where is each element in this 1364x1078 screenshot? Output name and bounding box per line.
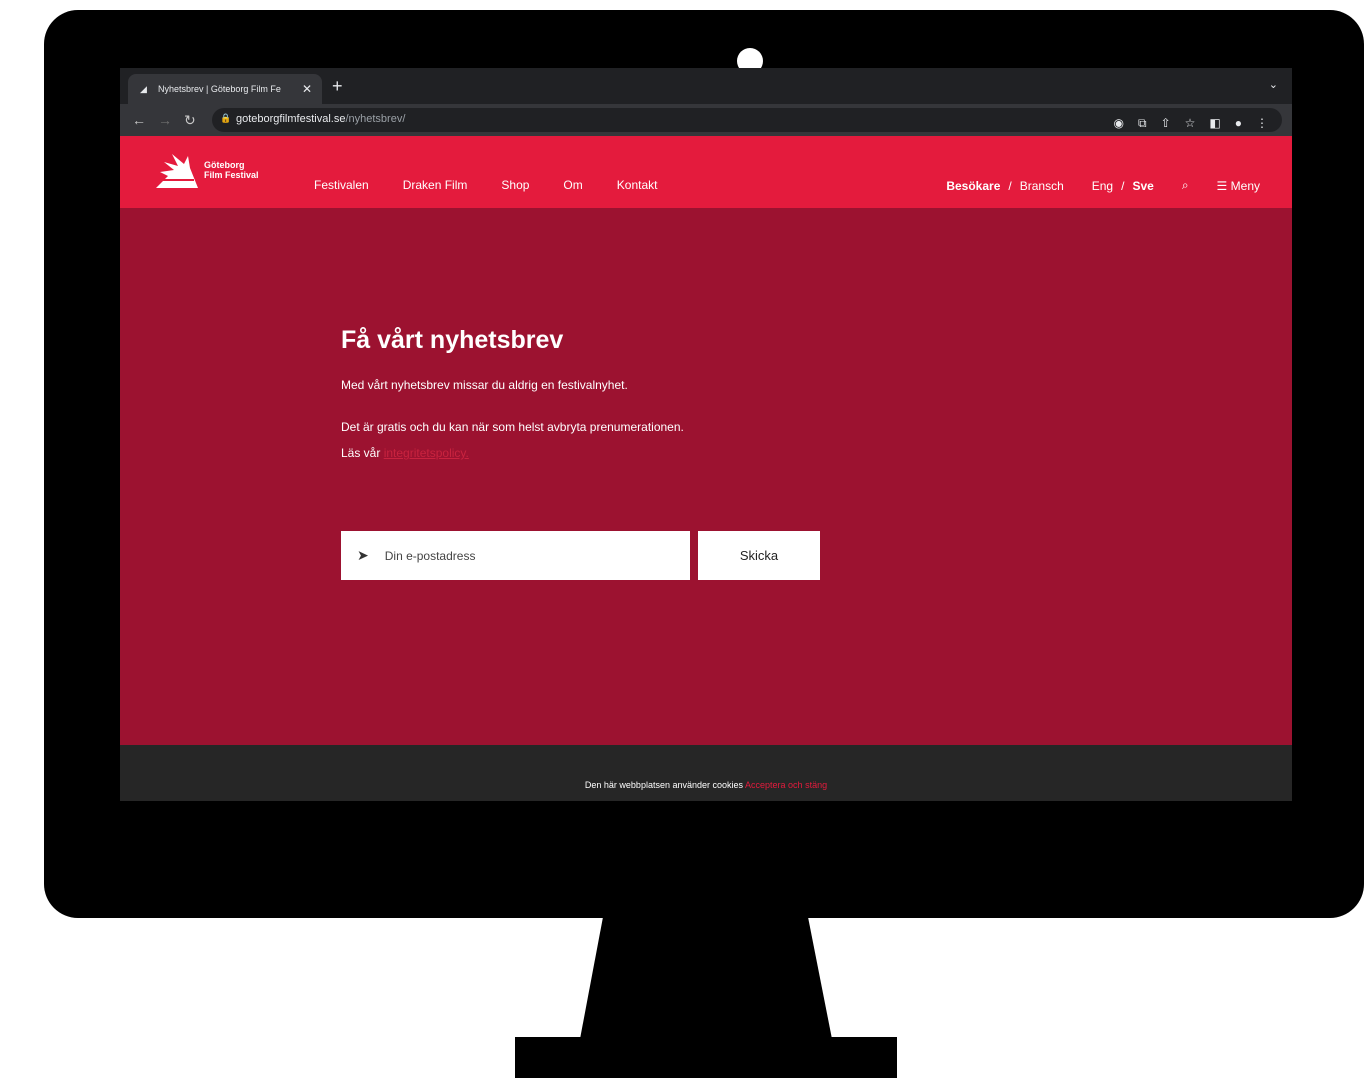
email-input[interactable] (382, 547, 667, 564)
utility-nav: Besökare / Bransch Eng / Sve ⌕ ☰ Meny (946, 178, 1260, 193)
audience-industry-link[interactable]: Bransch (1020, 179, 1064, 193)
monitor-stand-base (515, 1037, 897, 1078)
nav-shop[interactable]: Shop (501, 178, 529, 192)
free-text: Det är gratis och du kan när som helst a… (341, 420, 684, 434)
google-icon[interactable]: ◉ (1114, 116, 1124, 130)
privacy-policy-link[interactable]: integritetspolicy. (384, 446, 469, 460)
favicon-icon: ◢ (140, 84, 147, 94)
nav-festivalen[interactable]: Festivalen (314, 178, 369, 192)
reload-icon[interactable]: ↻ (184, 112, 196, 128)
policy-text: Läs vår integritetspolicy. (341, 446, 469, 460)
tab-newsletter[interactable]: ◢ Nyhetsbrev | Göteborg Film Fe ✕ (128, 74, 322, 104)
cookie-text: Den här webbplatsen använder cookies (584, 780, 744, 790)
logo-bird-icon (156, 154, 198, 188)
close-icon[interactable]: ✕ (300, 82, 314, 96)
side-panel-icon[interactable]: ◧ (1209, 116, 1220, 130)
lang-eng-link[interactable]: Eng (1092, 179, 1113, 193)
policy-prefix: Läs vår (341, 446, 381, 460)
email-field[interactable]: ➤ (341, 531, 690, 580)
audience-separator: / (1008, 178, 1012, 193)
site-header: Göteborg Film Festival Festivalen Draken… (120, 136, 1292, 208)
site-logo[interactable]: Göteborg Film Festival (154, 150, 259, 190)
cookie-accept-link[interactable]: Acceptera och stäng (745, 780, 827, 790)
back-arrow-icon[interactable]: ← (132, 112, 146, 128)
menu-button[interactable]: ☰ Meny (1217, 179, 1260, 193)
hamburger-icon: ☰ (1216, 178, 1228, 193)
browser-toolbar: ← → ↻ 🔒 goteborgfilmfestival.se/nyhetsbr… (120, 104, 1292, 136)
lang-separator: / (1121, 178, 1125, 193)
more-menu-icon[interactable]: ⋮ (1256, 116, 1268, 130)
bookmark-star-icon[interactable]: ☆ (1185, 116, 1196, 130)
submit-button[interactable]: Skicka (698, 531, 820, 580)
menu-label: Meny (1230, 178, 1260, 193)
paper-plane-icon: ➤ (357, 547, 369, 563)
address-bar[interactable]: 🔒 goteborgfilmfestival.se/nyhetsbrev/ ◉ … (212, 108, 1282, 132)
cookie-banner: Den här webbplatsen använder cookies Acc… (120, 745, 1292, 801)
chevron-down-icon[interactable]: ⌄ (1269, 78, 1278, 91)
monitor-stand-neck (580, 917, 832, 1039)
profile-icon[interactable]: ● (1235, 116, 1242, 130)
share-icon[interactable]: ⇧ (1161, 116, 1171, 130)
main-nav: Festivalen Draken Film Shop Om Kontakt (314, 178, 691, 192)
tab-bar: ◢ Nyhetsbrev | Göteborg Film Fe ✕ + ⌄ (120, 68, 1292, 104)
nav-draken-film[interactable]: Draken Film (403, 178, 468, 192)
nav-kontakt[interactable]: Kontakt (617, 178, 658, 192)
logo-text: Göteborg Film Festival (204, 160, 259, 180)
lock-icon: 🔒 (220, 113, 232, 123)
newsletter-section: Få vårt nyhetsbrev Med vårt nyhetsbrev m… (341, 326, 941, 460)
browser-screen: ◢ Nyhetsbrev | Göteborg Film Fe ✕ + ⌄ ← … (120, 68, 1292, 801)
page-title: Få vårt nyhetsbrev (341, 326, 564, 354)
url-text: goteborgfilmfestival.se/nyhetsbrev/ (236, 113, 406, 125)
intro-text: Med vårt nyhetsbrev missar du aldrig en … (341, 378, 628, 392)
tab-title: Nyhetsbrev | Göteborg Film Fe (158, 84, 281, 94)
translate-icon[interactable]: ⧉ (1138, 116, 1147, 130)
audience-visitor-link[interactable]: Besökare (946, 179, 1000, 193)
search-icon[interactable]: ⌕ (1182, 178, 1189, 193)
omnibox-actions: ◉ ⧉ ⇧ ☆ ◧ ● ⋮ (1114, 116, 1268, 130)
nav-om[interactable]: Om (563, 178, 582, 192)
new-tab-button[interactable]: + (332, 76, 343, 96)
lang-sve-link[interactable]: Sve (1132, 179, 1153, 193)
forward-arrow-icon[interactable]: → (158, 112, 172, 128)
